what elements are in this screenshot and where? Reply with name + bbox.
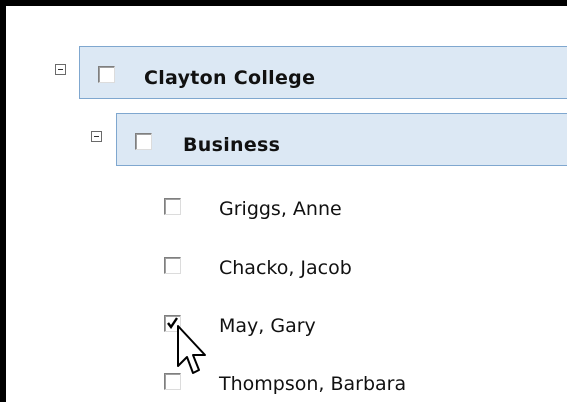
- tree-panel: Clayton College Business Griggs, Anne Ch…: [0, 0, 567, 402]
- member-label: May, Gary: [219, 315, 316, 337]
- checkbox-chacko-jacob[interactable]: [164, 257, 181, 274]
- checkbox-clayton-college[interactable]: [98, 66, 115, 83]
- tree-node-label: Business: [183, 134, 281, 156]
- tree-node-business[interactable]: Business: [116, 113, 567, 166]
- member-label: Thompson, Barbara: [219, 373, 407, 395]
- arrow-pointer-icon: [177, 325, 206, 374]
- checkbox-business[interactable]: [135, 133, 152, 150]
- tree-node-label: Clayton College: [144, 67, 316, 89]
- org-tree: Clayton College Business Griggs, Anne Ch…: [6, 6, 567, 402]
- member-label: Griggs, Anne: [219, 198, 342, 220]
- collapse-business-icon[interactable]: [91, 131, 102, 142]
- tree-node-clayton-college[interactable]: Clayton College: [79, 46, 567, 99]
- member-label: Chacko, Jacob: [219, 257, 352, 279]
- checkbox-griggs-anne[interactable]: [164, 198, 181, 215]
- collapse-root-icon[interactable]: [55, 64, 66, 75]
